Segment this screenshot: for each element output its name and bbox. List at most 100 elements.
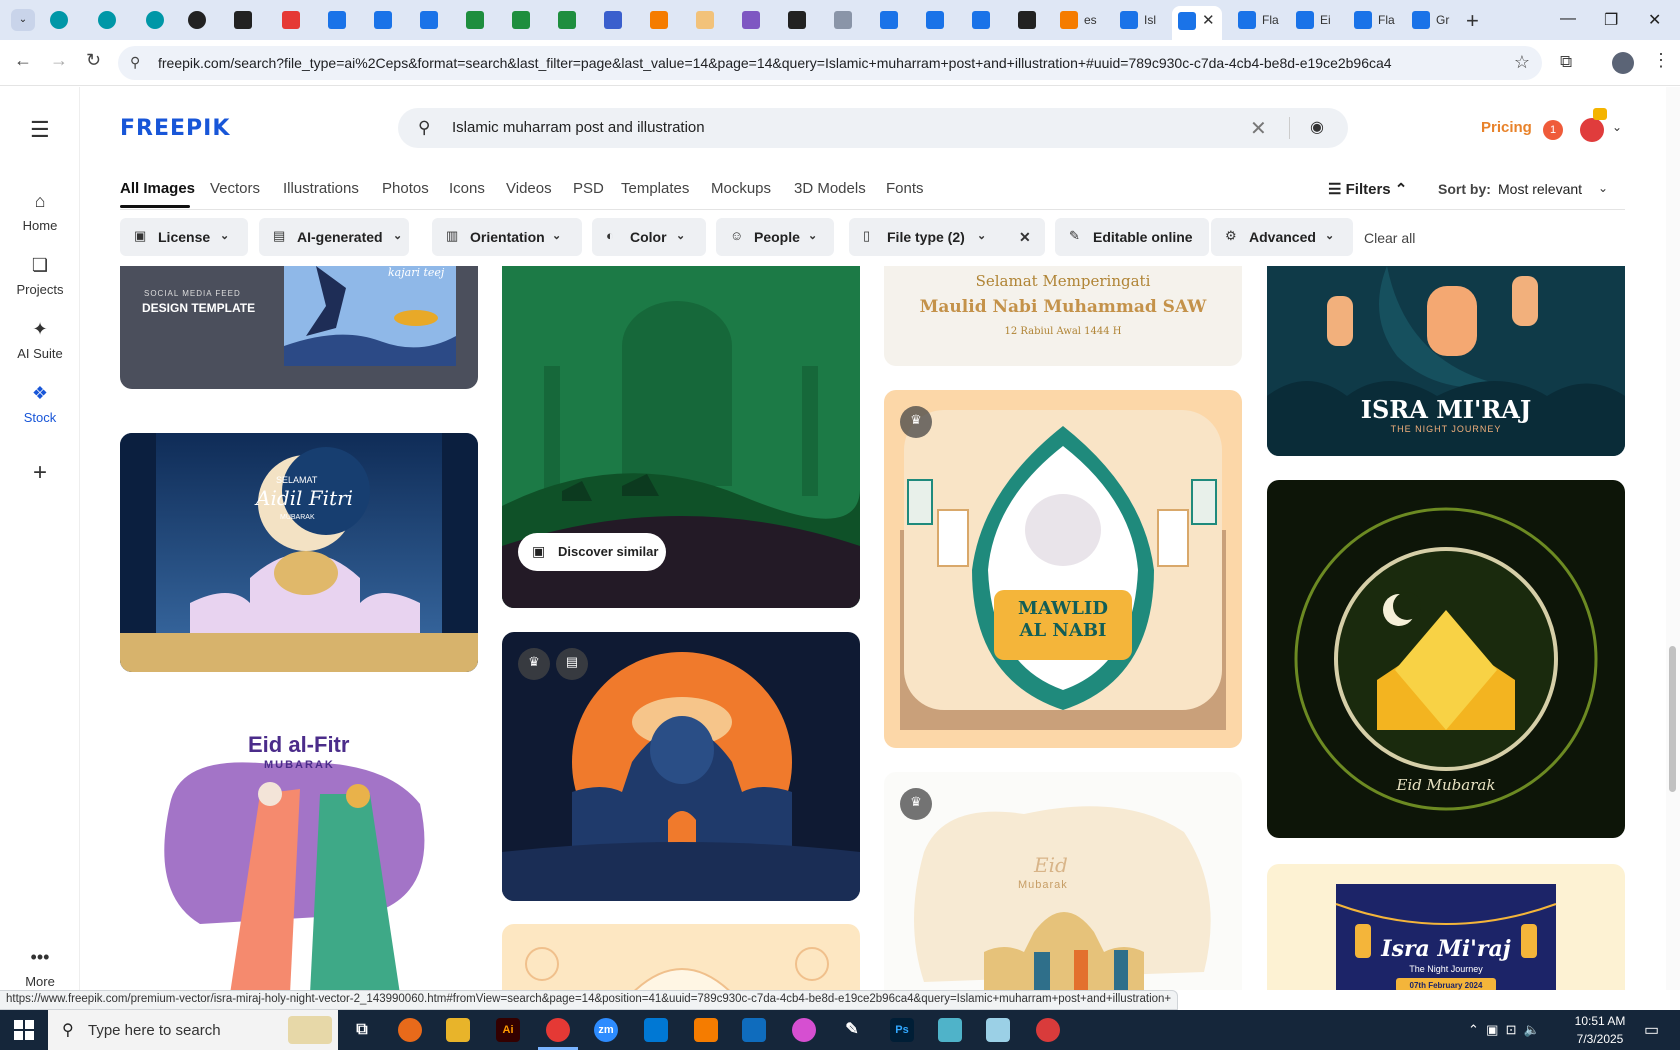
clear-search-icon[interactable]: ✕ [1250,116,1267,141]
sort-dropdown[interactable]: Most relevant [1498,181,1582,197]
tab-videos[interactable]: Videos [506,180,552,197]
back-icon[interactable]: ← [14,50,32,71]
filter-license[interactable]: ▣ License ⌄ [120,218,248,256]
filter-people[interactable]: ☺ People ⌄ [716,218,834,256]
app-icon[interactable] [792,1018,816,1042]
zoom-icon[interactable]: zm [594,1018,618,1042]
clear-all-link[interactable]: Clear all [1364,230,1415,246]
image-card[interactable]: ISRA MI'RAJ THE NIGHT JOURNEY [1267,266,1625,456]
tab-title[interactable]: Ei [1320,13,1331,27]
address-bar[interactable]: ⚲ freepik.com/search?file_type=ai%2Ceps&… [118,46,1542,80]
tab-title[interactable]: Fla [1378,13,1395,27]
url-text[interactable]: freepik.com/search?file_type=ai%2Ceps&fo… [158,55,1392,71]
tab-favicon[interactable] [1120,11,1138,29]
tab-icons[interactable]: Icons [449,180,485,197]
tab-favicon[interactable] [1296,11,1314,29]
tab-favicon[interactable] [374,11,392,29]
task-view-icon[interactable]: ⧉ [350,1018,374,1042]
tab-favicon[interactable] [50,11,68,29]
restore-icon[interactable]: ❐ [1604,10,1618,30]
tab-favicon[interactable] [512,11,530,29]
sidebar-item-ai-suite[interactable]: ✦ AI Suite [0,319,80,361]
tab-favicon[interactable] [1412,11,1430,29]
site-info-icon[interactable]: ⚲ [130,54,140,71]
clock-time[interactable]: 10:51 AM [1570,1014,1630,1028]
image-card[interactable]: Isra Mi'raj The Night Journey 07th Febru… [1267,864,1625,990]
app-icon[interactable] [938,1018,962,1042]
tab-title[interactable]: Gr [1436,13,1449,27]
chevron-down-icon[interactable]: ⌄ [1598,181,1608,195]
tab-favicon[interactable] [650,11,668,29]
tab-favicon[interactable] [972,11,990,29]
sidebar-item-stock[interactable]: ❖ Stock [0,383,80,425]
tab-favicon[interactable] [420,11,438,29]
tab-photos[interactable]: Photos [382,180,429,197]
tab-title[interactable]: Fla [1262,13,1279,27]
notification-badge[interactable]: 1 [1543,120,1563,140]
hamburger-menu-icon[interactable]: ☰ [30,117,50,143]
image-card[interactable]: Eid al-Fitr MUBARAK [120,694,478,990]
tab-fonts[interactable]: Fonts [886,180,924,197]
tab-vectors[interactable]: Vectors [210,180,260,197]
photoshop-icon[interactable]: Ps [890,1018,914,1042]
tab-favicon[interactable] [880,11,898,29]
app-icon[interactable] [986,1018,1010,1042]
sidebar-item-home[interactable]: ⌂ Home [0,191,80,233]
tab-favicon[interactable] [98,11,116,29]
tab-favicon[interactable] [558,11,576,29]
filter-file-type[interactable]: ▯ File type (2) ⌄ ✕ [849,218,1045,256]
tab-mockups[interactable]: Mockups [711,180,771,197]
user-avatar[interactable] [1580,118,1604,142]
search-input[interactable] [452,119,1152,136]
chrome-icon[interactable] [538,1018,578,1050]
active-tab[interactable]: ✕ [1172,6,1222,40]
discover-similar-button[interactable]: ▣ Discover similar [518,533,666,571]
image-card[interactable]: SOCIAL MEDIA FEED DESIGN TEMPLATE kajari… [120,266,478,389]
sidebar-item-projects[interactable]: ❏ Projects [0,255,80,297]
app-icon[interactable] [694,1018,718,1042]
tab-favicon[interactable] [282,11,300,29]
reload-icon[interactable]: ↻ [86,50,101,71]
tab-favicon[interactable] [834,11,852,29]
tab-favicon[interactable] [926,11,944,29]
profile-avatar[interactable] [1612,52,1634,74]
app-icon[interactable] [1036,1018,1060,1042]
camera-icon[interactable]: ◉ [1310,117,1324,137]
tab-3d-models[interactable]: 3D Models [794,180,866,197]
add-button[interactable]: + [0,459,80,487]
clock-date[interactable]: 7/3/2025 [1570,1032,1630,1046]
tab-favicon[interactable] [188,11,206,29]
browser-menu-icon[interactable]: ⋮ [1652,50,1670,71]
chevron-down-icon[interactable]: ⌄ [1612,120,1622,134]
filter-orientation[interactable]: ▥ Orientation ⌄ [432,218,582,256]
vscode-icon[interactable] [644,1018,668,1042]
new-tab-icon[interactable]: + [1466,8,1479,34]
image-card[interactable]: ♛ ▤ [502,632,860,901]
tab-all-images[interactable]: All Images [120,180,195,197]
firefox-icon[interactable] [398,1018,422,1042]
image-card[interactable]: ▣ Discover similar [502,266,860,608]
tab-favicon[interactable] [742,11,760,29]
bookmark-star-icon[interactable]: ☆ [1514,52,1530,73]
filter-color[interactable]: ◐ Color ⌄ [592,218,706,256]
tab-favicon[interactable] [146,11,164,29]
filters-button[interactable]: ☰ Filters ⌃ [1328,180,1407,198]
close-window-icon[interactable]: ✕ [1648,10,1661,30]
image-card[interactable]: SELAMAT Aidil Fitri MUBARAK [120,433,478,672]
tab-templates[interactable]: Templates [621,180,689,197]
minimize-icon[interactable]: — [1560,10,1576,28]
pen-icon[interactable]: ✎ [840,1018,864,1042]
image-card[interactable]: Eid Mubarak [1267,480,1625,838]
pricing-link[interactable]: Pricing [1481,119,1532,136]
close-tab-icon[interactable]: ✕ [1202,11,1215,29]
extensions-icon[interactable]: ⧉ [1560,52,1572,72]
tab-favicon[interactable] [466,11,484,29]
filter-advanced[interactable]: ⚙ Advanced ⌄ [1211,218,1353,256]
tab-favicon[interactable] [328,11,346,29]
outlook-icon[interactable] [742,1018,766,1042]
image-card[interactable]: MAWLID AL NABI ♛ [884,390,1242,748]
tab-favicon[interactable] [1238,11,1256,29]
tab-title[interactable]: es [1084,13,1097,27]
tab-illustrations[interactable]: Illustrations [283,180,359,197]
image-card[interactable]: Eid Mubarak ♛ [884,772,1242,990]
